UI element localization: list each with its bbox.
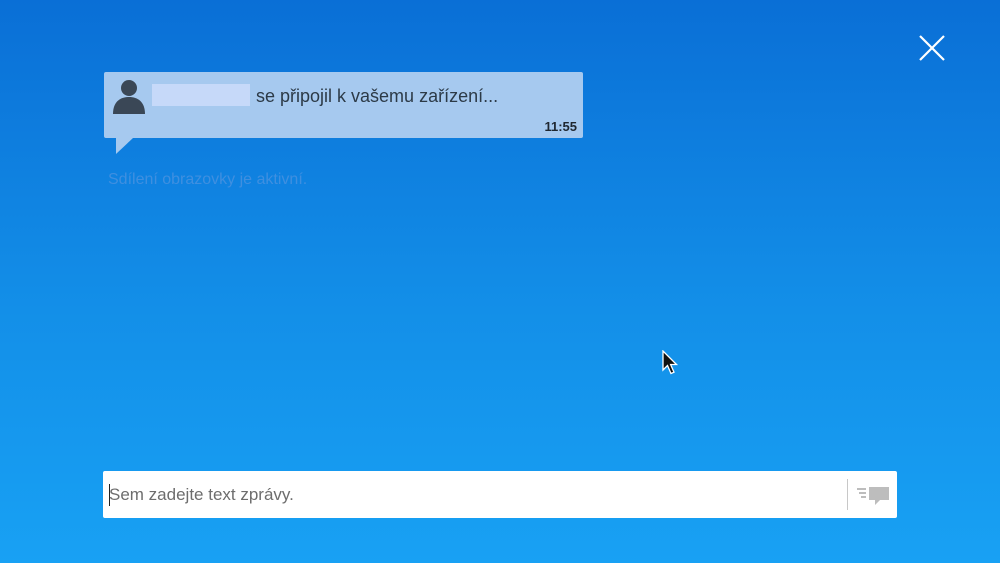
chat-input-bar — [103, 471, 897, 518]
mouse-pointer-icon — [662, 350, 679, 375]
screen-sharing-status: Sdílení obrazovky je aktivní. — [108, 171, 308, 188]
send-message-icon — [857, 487, 889, 505]
person-silhouette-icon — [113, 80, 145, 114]
input-divider — [847, 479, 848, 510]
connection-notification-bubble: se připojil k vašemu zařízení... 11:55 — [104, 72, 583, 138]
close-icon — [919, 35, 945, 61]
send-message-button[interactable] — [853, 481, 893, 509]
notification-time: 11:55 — [544, 119, 577, 134]
bubble-tail — [116, 138, 133, 154]
message-input[interactable] — [109, 471, 841, 518]
notification-message: se připojil k vašemu zařízení... — [256, 86, 499, 106]
close-button[interactable] — [914, 30, 950, 66]
redacted-user-name — [152, 84, 250, 106]
